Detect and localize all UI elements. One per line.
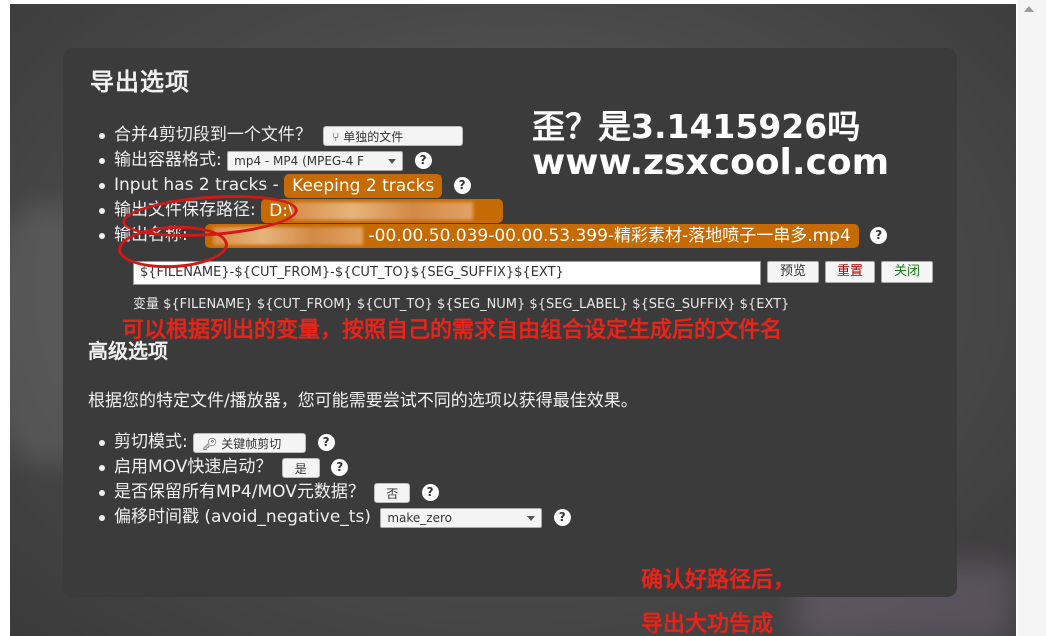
filename-template-input[interactable]: ${FILENAME}-${CUT_FROM}-${CUT_TO}${SEG_S… (133, 261, 761, 285)
scroll-up-arrow-icon[interactable] (1024, 6, 1034, 12)
annotation-export-done: 导出大功告成 (641, 612, 774, 636)
container-format-select[interactable]: mp4 - MP4 (MPEG-4 F (227, 150, 404, 171)
option-label: 剪切模式: (114, 432, 188, 452)
mov-faststart-option: 启用MOV快速启动？ 是 ? (99, 455, 571, 480)
help-icon[interactable]: ? (421, 484, 439, 501)
preserve-metadata-toggle[interactable]: 否 (374, 482, 411, 503)
cut-mode-option: 剪切模式: 🔑︎ 关键帧剪切 ? (99, 430, 571, 455)
help-icon[interactable]: ? (870, 227, 888, 244)
mov-faststart-toggle[interactable]: 是 (281, 457, 320, 478)
annotation-variables-note: 可以根据列出的变量，按照自己的需求自由组合设定生成后的文件名 (122, 318, 783, 343)
output-name-button[interactable]: -00.00.50.039-00.00.53.399-精彩素材-落地喷子一串多.… (205, 223, 859, 248)
annotation-confirm-path: 确认好路径后， (641, 568, 796, 593)
dialog-title: 导出选项 (90, 68, 190, 96)
keeping-tracks-button[interactable]: Keeping 2 tracks (284, 173, 443, 198)
key-icon: 🔑︎ (202, 436, 218, 451)
reset-button[interactable]: 重置 (825, 261, 875, 283)
preview-button[interactable]: 预览 (767, 261, 819, 283)
advanced-options-description: 根据您的特定文件/播放器，您可能需要尝试不同的选项以获得最佳效果。 (88, 391, 638, 411)
preserve-metadata-option: 是否保留所有MP4/MOV元数据？ 否 ? (99, 480, 571, 505)
option-label: 是否保留所有MP4/MOV元数据？ (114, 482, 365, 502)
close-button[interactable]: 关闭 (881, 261, 933, 283)
chevron-down-icon (527, 515, 536, 521)
help-icon[interactable]: ? (414, 152, 432, 169)
watermark-line-1: 歪？是3.1415926吗 (532, 107, 861, 146)
help-icon[interactable]: ? (331, 459, 349, 476)
page-scrollbar[interactable] (1018, 0, 1046, 636)
watermark-line-2: www.zsxcool.com (532, 142, 890, 183)
option-label: Input has 2 tracks - (114, 175, 285, 195)
help-icon[interactable]: ? (453, 177, 471, 194)
avoid-negative-ts-option: 偏移时间戳 (avoid_negative_ts) make_zero ? (99, 505, 571, 530)
variables-hint: 变量 ${FILENAME} ${CUT_FROM} ${CUT_TO} ${S… (133, 297, 790, 312)
separate-files-button[interactable]: ⑂ 单独的文件 (323, 125, 464, 146)
redacted-path (293, 201, 474, 220)
keyframe-cut-button[interactable]: 🔑︎ 关键帧剪切 (193, 432, 307, 453)
split-icon: ⑂ (332, 129, 340, 144)
option-label: 启用MOV快速启动？ (114, 457, 273, 477)
avoid-negative-ts-select[interactable]: make_zero (380, 507, 543, 528)
option-label: 偏移时间戳 (avoid_negative_ts) (114, 507, 371, 527)
option-label: 输出容器格式: (114, 150, 222, 170)
help-icon[interactable]: ? (553, 509, 571, 526)
chevron-down-icon (388, 158, 397, 164)
help-icon[interactable]: ? (317, 434, 335, 451)
advanced-options-list: 剪切模式: 🔑︎ 关键帧剪切 ? 启用MOV快速启动？ 是 ? 是否保留所有MP… (99, 430, 571, 530)
option-label: 合并4剪切段到一个文件？ (114, 125, 312, 145)
